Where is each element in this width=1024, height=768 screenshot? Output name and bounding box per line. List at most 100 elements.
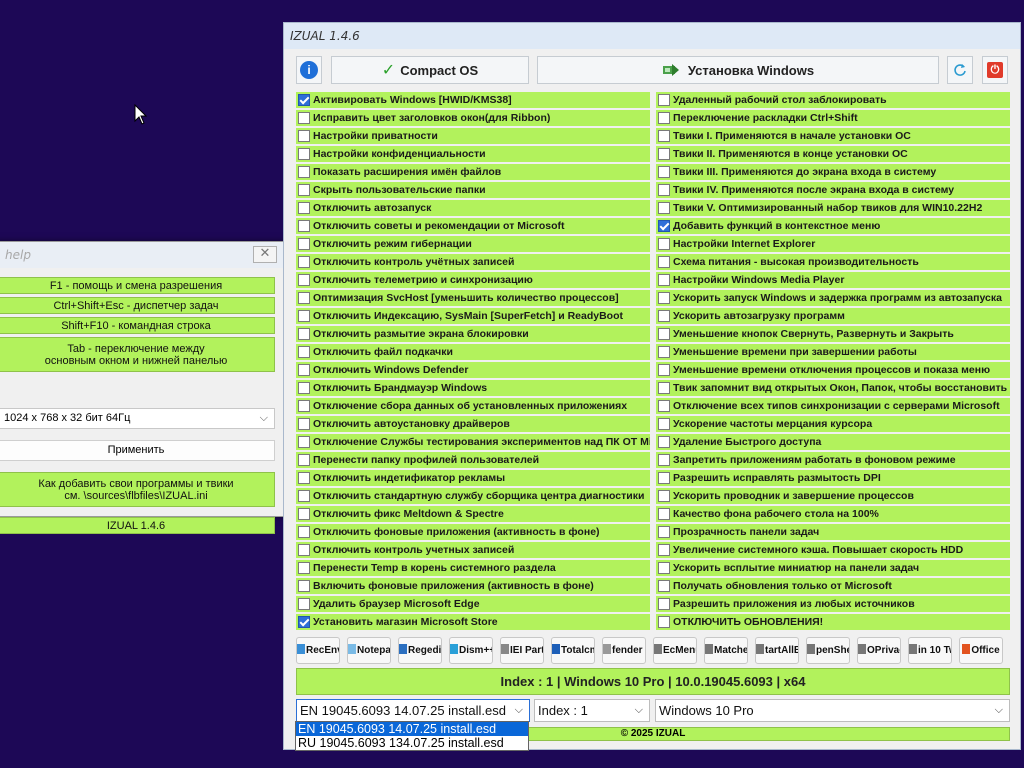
checkbox[interactable] bbox=[298, 256, 310, 268]
left-option-row[interactable]: Включить фоновые приложения (активность … bbox=[296, 578, 650, 594]
dropdown-option-en[interactable]: EN 19045.6093 14.07.25 install.esd bbox=[296, 722, 528, 736]
left-option-row[interactable]: Отключить фоновые приложения (активность… bbox=[296, 524, 650, 540]
refresh-button[interactable] bbox=[947, 56, 973, 84]
checkbox[interactable] bbox=[658, 292, 670, 304]
tool-button[interactable]: Dism++ bbox=[449, 637, 493, 664]
tool-button[interactable]: Regedit bbox=[398, 637, 442, 664]
checkbox[interactable] bbox=[298, 130, 310, 142]
left-option-row[interactable]: Исправить цвет заголовков окон(для Ribbo… bbox=[296, 110, 650, 126]
checkbox[interactable] bbox=[658, 346, 670, 358]
left-option-row[interactable]: Отключить стандартную службу сборщика це… bbox=[296, 488, 650, 504]
checkbox[interactable] bbox=[658, 130, 670, 142]
checkbox[interactable] bbox=[298, 292, 310, 304]
right-option-row[interactable]: Удаленный рабочий стол заблокировать bbox=[656, 92, 1010, 108]
tool-button[interactable]: Office bbox=[959, 637, 1003, 664]
left-option-row[interactable]: Отключить фикс Meltdown & Spectre bbox=[296, 506, 650, 522]
left-option-row[interactable]: Показать расширения имён файлов bbox=[296, 164, 650, 180]
right-option-row[interactable]: Твики I. Применяются в начале установки … bbox=[656, 128, 1010, 144]
tool-button[interactable]: tartAllBa bbox=[755, 637, 799, 664]
checkbox[interactable] bbox=[298, 328, 310, 340]
left-option-row[interactable]: Установить магазин Microsoft Store bbox=[296, 614, 650, 630]
right-option-row[interactable]: Ускорить всплытие миниатюр на панели зад… bbox=[656, 560, 1010, 576]
left-option-row[interactable]: Отключение сбора данных об установленных… bbox=[296, 398, 650, 414]
right-option-row[interactable]: Переключение раскладки Ctrl+Shift bbox=[656, 110, 1010, 126]
left-option-row[interactable]: Удалить браузер Microsoft Edge bbox=[296, 596, 650, 612]
checkbox[interactable] bbox=[298, 220, 310, 232]
checkbox[interactable] bbox=[298, 382, 310, 394]
right-option-row[interactable]: Твики IV. Применяются после экрана входа… bbox=[656, 182, 1010, 198]
left-option-row[interactable]: Перенести папку профилей пользователей bbox=[296, 452, 650, 468]
left-option-row[interactable]: Оптимизация SvcHost [уменьшить количеств… bbox=[296, 290, 650, 306]
tool-button[interactable]: in 10 Twe bbox=[908, 637, 952, 664]
edition-select[interactable]: Windows 10 Pro ⌵ bbox=[655, 699, 1010, 722]
tool-button[interactable]: RecEnv bbox=[296, 637, 340, 664]
checkbox[interactable] bbox=[298, 490, 310, 502]
compact-os-button[interactable]: ✓ Compact OS bbox=[331, 56, 529, 84]
checkbox[interactable] bbox=[298, 400, 310, 412]
checkbox[interactable] bbox=[298, 310, 310, 322]
checkbox[interactable] bbox=[658, 220, 670, 232]
checkbox[interactable] bbox=[658, 184, 670, 196]
right-option-row[interactable]: Твики III. Применяются до экрана входа в… bbox=[656, 164, 1010, 180]
left-option-row[interactable]: Отключить размытие экрана блокировки bbox=[296, 326, 650, 342]
checkbox[interactable] bbox=[298, 418, 310, 430]
install-windows-button[interactable]: Установка Windows bbox=[537, 56, 939, 84]
checkbox[interactable] bbox=[298, 598, 310, 610]
index-select[interactable]: Index : 1 ⌵ bbox=[534, 699, 650, 722]
tool-button[interactable]: EcMenu_ bbox=[653, 637, 697, 664]
tool-button[interactable]: IEI Part bbox=[500, 637, 544, 664]
checkbox[interactable] bbox=[298, 472, 310, 484]
left-option-row[interactable]: Отключить телеметрию и синхронизацию bbox=[296, 272, 650, 288]
left-option-row[interactable]: Отключить контроль учетных записей bbox=[296, 542, 650, 558]
help-f1-button[interactable]: F1 - помощь и смена разрешения bbox=[0, 277, 275, 294]
right-option-row[interactable]: Запретить приложениям работать в фоновом… bbox=[656, 452, 1010, 468]
checkbox[interactable] bbox=[658, 508, 670, 520]
checkbox[interactable] bbox=[658, 148, 670, 160]
left-option-row[interactable]: Скрыть пользовательские папки bbox=[296, 182, 650, 198]
checkbox[interactable] bbox=[298, 346, 310, 358]
right-option-row[interactable]: Ускорение частоты мерцания курсора bbox=[656, 416, 1010, 432]
right-option-row[interactable]: Разрешить приложения из любых источников bbox=[656, 596, 1010, 612]
checkbox[interactable] bbox=[658, 418, 670, 430]
checkbox[interactable] bbox=[658, 598, 670, 610]
right-option-row[interactable]: Настройки Internet Explorer bbox=[656, 236, 1010, 252]
checkbox[interactable] bbox=[298, 580, 310, 592]
right-option-row[interactable]: Твик запомнит вид открытых Окон, Папок, … bbox=[656, 380, 1010, 396]
checkbox[interactable] bbox=[298, 616, 310, 628]
left-option-row[interactable]: Настройки конфиденциальности bbox=[296, 146, 650, 162]
left-option-row[interactable]: Отключить автозапуск bbox=[296, 200, 650, 216]
right-option-row[interactable]: Уменьшение кнопок Свернуть, Развернуть и… bbox=[656, 326, 1010, 342]
left-option-row[interactable]: Отключить файл подкачки bbox=[296, 344, 650, 360]
left-option-row[interactable]: Отключить индетификатор рекламы bbox=[296, 470, 650, 486]
checkbox[interactable] bbox=[298, 148, 310, 160]
checkbox[interactable] bbox=[298, 94, 310, 106]
checkbox[interactable] bbox=[658, 382, 670, 394]
left-option-row[interactable]: Отключить Индексацию, SysMain [SuperFetc… bbox=[296, 308, 650, 324]
right-option-row[interactable]: Уменьшение времени при завершении работы bbox=[656, 344, 1010, 360]
right-option-row[interactable]: Схема питания - высокая производительнос… bbox=[656, 254, 1010, 270]
checkbox[interactable] bbox=[298, 238, 310, 250]
checkbox[interactable] bbox=[658, 472, 670, 484]
tool-button[interactable]: penShellS bbox=[806, 637, 850, 664]
left-option-row[interactable]: Активировать Windows [HWID/KMS38] bbox=[296, 92, 650, 108]
resolution-select[interactable]: 1024 x 768 x 32 бит 64Гц ⌵ bbox=[0, 408, 275, 429]
checkbox[interactable] bbox=[298, 508, 310, 520]
checkbox[interactable] bbox=[658, 562, 670, 574]
checkbox[interactable] bbox=[658, 400, 670, 412]
right-option-row[interactable]: Твики V. Оптимизированный набор твиков д… bbox=[656, 200, 1010, 216]
checkbox[interactable] bbox=[658, 544, 670, 556]
left-option-row[interactable]: Отключение Службы тестирования экспериме… bbox=[296, 434, 650, 450]
checkbox[interactable] bbox=[298, 166, 310, 178]
right-option-row[interactable]: Разрешить исправлять размытость DPI bbox=[656, 470, 1010, 486]
help-cmd-button[interactable]: Shift+F10 - командная строка bbox=[0, 317, 275, 334]
right-option-row[interactable]: ОТКЛЮЧИТЬ ОБНОВЛЕНИЯ! bbox=[656, 614, 1010, 630]
right-option-row[interactable]: Качество фона рабочего стола на 100% bbox=[656, 506, 1010, 522]
right-option-row[interactable]: Увеличение системного кэша. Повышает ско… bbox=[656, 542, 1010, 558]
close-icon[interactable]: ✕ bbox=[253, 246, 277, 263]
right-option-row[interactable]: Настройки Windows Media Player bbox=[656, 272, 1010, 288]
apply-button[interactable]: Применить bbox=[0, 440, 275, 461]
checkbox[interactable] bbox=[658, 94, 670, 106]
checkbox[interactable] bbox=[658, 238, 670, 250]
right-option-row[interactable]: Прозрачность панели задач bbox=[656, 524, 1010, 540]
right-option-row[interactable]: Уменьшение времени отключения процессов … bbox=[656, 362, 1010, 378]
